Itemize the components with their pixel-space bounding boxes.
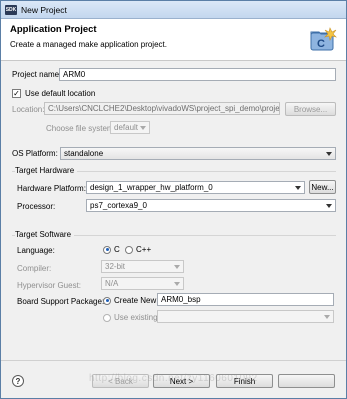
hypervisor-guest-select[interactable]: N/A [101,277,184,290]
language-label: Language: [17,246,55,255]
use-existing-label: Use existing [114,313,158,322]
hardware-platform-value: design_1_wrapper_hw_platform_0 [90,183,213,192]
language-cpp-radio[interactable]: C++ [125,245,151,254]
target-hardware-group-title: Target Hardware [15,166,78,175]
file-system-label: Choose file system: [46,124,116,133]
location-label: Location: [12,105,45,114]
cancel-button[interactable] [278,374,335,388]
help-icon[interactable]: ? [12,375,24,387]
compiler-value: 32-bit [105,262,126,271]
compiler-select[interactable]: 32-bit [101,260,184,273]
processor-value: ps7_cortexa9_0 [90,201,147,210]
sdk-app-icon: SDK [5,4,17,15]
processor-select[interactable]: ps7_cortexa9_0 [86,199,336,212]
compiler-label: Compiler: [17,264,52,273]
radio-selected-icon [103,245,111,254]
chevron-down-icon [295,186,301,190]
wizard-banner: Application Project Create a managed mak… [1,19,346,61]
finish-button[interactable]: Finish [216,374,273,388]
new-hardware-platform-button[interactable]: New... [309,180,336,194]
language-c-label: C [114,245,120,254]
file-system-select[interactable]: default [110,121,150,134]
create-new-label: Create New [114,296,157,305]
next-button[interactable]: Next > [153,374,210,388]
processor-label: Processor: [17,202,56,211]
chevron-down-icon [324,315,330,319]
back-button[interactable]: < Back [92,374,149,388]
wizard-page-description: Create a managed make application projec… [10,40,167,49]
language-c-radio[interactable]: C [103,245,120,254]
new-project-folder-icon: C [310,27,337,51]
hardware-platform-select[interactable]: design_1_wrapper_hw_platform_0 [86,181,305,194]
chevron-down-icon [140,126,146,130]
hypervisor-guest-label: Hypervisor Guest: [17,281,82,290]
bsp-name-input[interactable]: ARM0_bsp [157,293,334,306]
os-platform-label: OS Platform: [12,149,58,158]
os-platform-select[interactable]: standalone [60,147,336,160]
chevron-down-icon [174,265,180,269]
chevron-down-icon [326,204,332,208]
existing-bsp-select[interactable] [157,310,334,323]
wizard-page-title: Application Project [10,24,97,35]
target-software-group-title: Target Software [15,230,75,239]
use-default-location-label: Use default location [25,89,96,98]
language-cpp-label: C++ [136,245,152,254]
radio-unselected-icon [103,313,111,322]
checkmark-icon: ✓ [12,88,21,98]
hypervisor-guest-value: N/A [105,279,119,288]
svg-text:C: C [317,38,325,50]
chevron-down-icon [326,152,332,156]
window-title: New Project [21,4,67,15]
footer-separator [1,360,346,361]
use-default-location-checkbox[interactable]: ✓ Use default location [12,89,95,98]
bsp-create-new-radio[interactable]: Create New [103,296,156,305]
browse-button[interactable]: Browse... [285,102,336,116]
location-input[interactable]: C:\Users\CNCLCHE2\Desktop\vivadoWS\proje… [44,102,280,115]
os-platform-value: standalone [64,149,104,158]
chevron-down-icon [174,282,180,286]
new-project-dialog: SDK New Project Application Project Crea… [0,0,347,399]
title-bar: SDK New Project [1,1,346,19]
project-name-input[interactable]: ARM0 [59,68,336,81]
file-system-value: default [114,123,139,132]
hardware-platform-label: Hardware Platform: [17,184,86,193]
radio-selected-icon [103,296,111,305]
bsp-label: Board Support Package: [17,297,105,306]
radio-unselected-icon [125,245,133,254]
project-name-label: Project name: [12,70,62,79]
bsp-use-existing-radio[interactable]: Use existing [103,313,158,322]
